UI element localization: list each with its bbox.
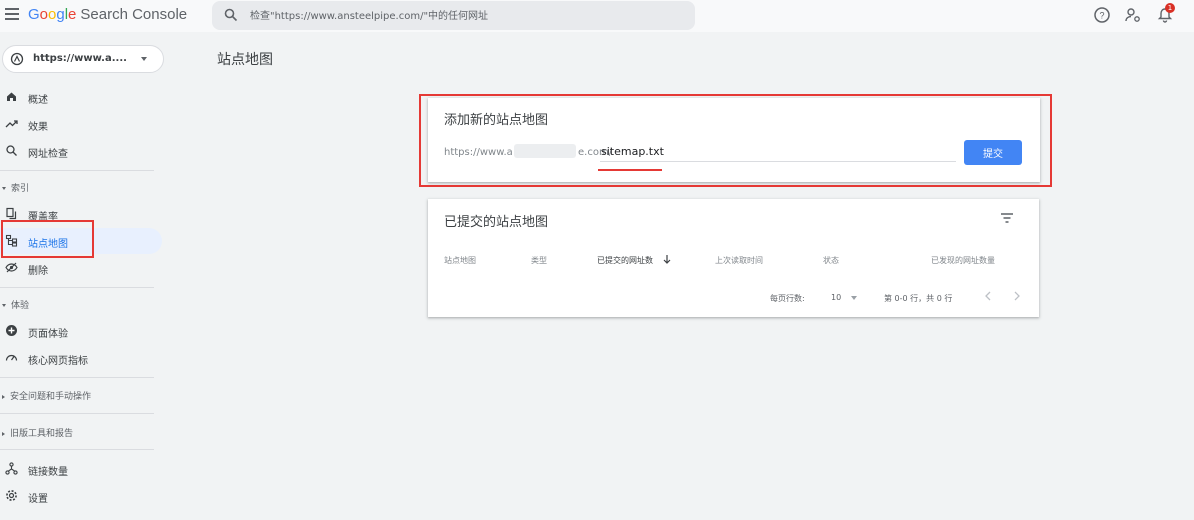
sidebar-item-label: 概述 — [28, 95, 48, 106]
sidebar-item-performance[interactable]: 效果 — [0, 111, 160, 137]
product-name: Search Console — [80, 6, 188, 23]
sidebar-divider — [0, 413, 154, 414]
section-index[interactable]: 索引 — [2, 181, 29, 194]
sidebar-item-label: 删除 — [28, 266, 48, 277]
page-title: 站点地图 — [217, 52, 273, 68]
chevron-down-icon[interactable] — [851, 296, 857, 300]
sidebar-item-label: 效果 — [28, 122, 48, 133]
sidebar-divider — [0, 287, 154, 288]
sidebar-item-label: 链接数量 — [28, 467, 68, 478]
gear-icon — [6, 490, 17, 501]
links-icon — [5, 462, 18, 475]
app-logo[interactable]: Google Search Console — [28, 6, 187, 23]
card-title: 已提交的站点地图 — [444, 215, 549, 230]
section-security[interactable]: 安全问题和手动操作 — [2, 389, 91, 402]
sidebar-item-settings[interactable]: 设置 — [0, 483, 160, 509]
help-icon[interactable]: ? — [1093, 6, 1111, 24]
rows-per-page-select[interactable]: 10 — [831, 293, 841, 302]
pagination-range: 第 0-0 行，共 0 行 — [884, 294, 953, 303]
user-settings-icon[interactable] — [1124, 6, 1142, 24]
section-label: 旧版工具和报告 — [10, 429, 74, 439]
notification-badge: 1 — [1165, 3, 1175, 13]
sidebar-divider — [0, 449, 154, 450]
sidebar-item-page-experience[interactable]: 页面体验 — [0, 318, 160, 344]
home-icon — [7, 92, 16, 101]
sidebar-item-links[interactable]: 链接数量 — [0, 456, 160, 482]
logo-letter: G — [28, 6, 40, 23]
column-header-type[interactable]: 类型 — [531, 255, 547, 266]
arrow-down-icon[interactable] — [663, 254, 671, 264]
search-icon — [6, 145, 17, 156]
sidebar-item-core-web-vitals[interactable]: 核心网页指标 — [0, 345, 160, 371]
menu-icon[interactable] — [5, 8, 19, 22]
sidebar-item-label: 设置 — [28, 494, 48, 505]
rows-per-page-label: 每页行数: — [770, 294, 805, 303]
speed-icon — [5, 354, 18, 361]
filter-icon[interactable] — [1000, 212, 1014, 224]
caret-down-icon — [2, 304, 6, 307]
caret-right-icon — [2, 394, 5, 399]
eye-off-icon — [5, 262, 18, 273]
file-copy-icon — [6, 207, 17, 220]
sidebar-item-label: 核心网页指标 — [28, 356, 88, 367]
column-header-status[interactable]: 状态 — [823, 255, 839, 266]
search-input[interactable] — [250, 7, 680, 25]
sidebar-item-overview[interactable]: 概述 — [0, 84, 160, 110]
sidebar-divider — [0, 170, 154, 171]
search-icon — [224, 8, 238, 22]
chevron-right-icon[interactable] — [1012, 290, 1022, 302]
section-label: 体验 — [11, 301, 30, 311]
sidebar-item-label: 网址检查 — [28, 149, 68, 160]
submitted-sitemaps-card: 已提交的站点地图 站点地图 类型 已提交的网址数 上次读取时间 状态 已发现的网… — [428, 199, 1039, 317]
property-icon — [10, 52, 24, 66]
section-legacy[interactable]: 旧版工具和报告 — [2, 426, 73, 439]
section-label: 安全问题和手动操作 — [10, 392, 92, 402]
url-inspection-search[interactable] — [212, 1, 695, 30]
property-selector[interactable]: https://www.a.... — [2, 45, 164, 73]
svg-text:?: ? — [1099, 11, 1104, 21]
caret-down-icon — [2, 187, 6, 190]
column-header-sitemap[interactable]: 站点地图 — [444, 255, 476, 266]
logo-letter: o — [39, 6, 49, 23]
highlight-box-sitemaps-nav — [1, 220, 94, 258]
sidebar-divider — [0, 377, 154, 378]
caret-right-icon — [2, 431, 5, 436]
top-bar: GoogleSearch Console ? 1 — [0, 0, 1194, 32]
column-header-submitted-urls[interactable]: 已提交的网址数 — [597, 255, 653, 266]
chevron-down-icon — [141, 57, 147, 61]
logo-letter: g — [56, 6, 65, 23]
section-label: 索引 — [11, 184, 30, 194]
logo-letter: e — [68, 6, 77, 23]
section-experience[interactable]: 体验 — [2, 298, 29, 311]
trending-up-icon — [5, 120, 18, 128]
sidebar-item-url-inspection[interactable]: 网址检查 — [0, 138, 160, 164]
sidebar-item-removals[interactable]: 删除 — [0, 255, 160, 281]
sidebar-item-label: 页面体验 — [28, 329, 68, 340]
column-header-discovered-urls[interactable]: 已发现的网址数量 — [931, 255, 995, 266]
highlight-box-add-sitemap — [419, 94, 1052, 187]
column-header-last-read[interactable]: 上次读取时间 — [715, 255, 763, 266]
property-label: https://www.a.... — [33, 53, 127, 64]
plus-circle-icon — [6, 325, 17, 336]
chevron-left-icon[interactable] — [983, 290, 993, 302]
